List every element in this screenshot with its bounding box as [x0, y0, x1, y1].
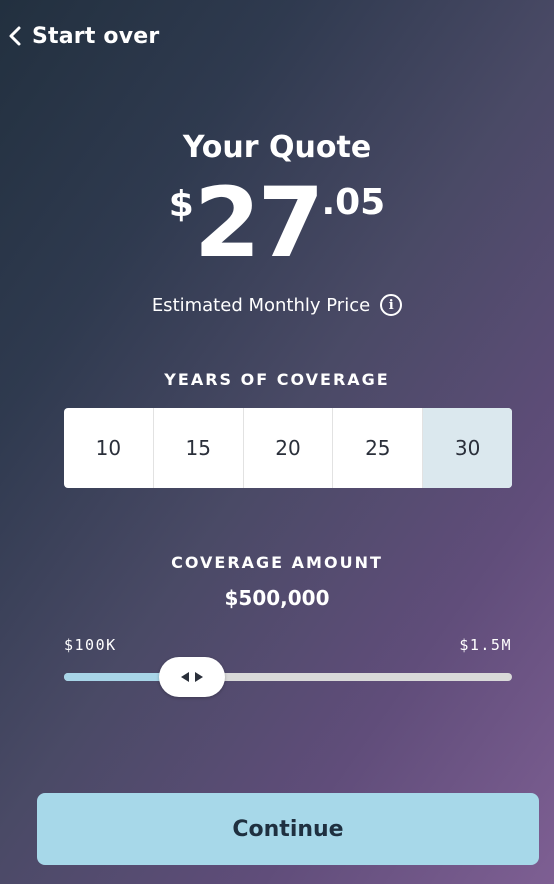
start-over-label: Start over [32, 23, 160, 49]
coverage-amount-value: $500,000 [224, 586, 330, 610]
estimated-price-label: Estimated Monthly Price [151, 294, 371, 316]
years-option-15[interactable]: 15 [154, 408, 244, 488]
continue-button[interactable]: Continue [37, 793, 539, 865]
quote-price: $ 27 .05 [0, 168, 554, 278]
start-over-link[interactable]: Start over [8, 20, 159, 52]
arrow-right-icon [194, 672, 203, 682]
years-of-coverage-label: YEARS OF COVERAGE [164, 370, 390, 389]
years-option-25[interactable]: 25 [333, 408, 424, 488]
coverage-max-label: $1.5M [459, 636, 512, 654]
years-option-30[interactable]: 30 [423, 408, 512, 488]
coverage-min-label: $100K [64, 636, 117, 654]
info-icon[interactable]: i [380, 294, 403, 316]
years-option-20[interactable]: 20 [244, 408, 334, 488]
years-option-10[interactable]: 10 [64, 408, 154, 488]
price-dollars: 27 [193, 167, 325, 279]
price-cents: .05 [321, 182, 386, 223]
coverage-amount-label: COVERAGE AMOUNT [171, 553, 383, 572]
coverage-slider-thumb[interactable] [158, 657, 225, 697]
coverage-slider-track[interactable] [64, 673, 512, 681]
chevron-left-icon [9, 26, 21, 46]
estimated-price-caption: Estimated Monthly Price i [0, 294, 554, 316]
quote-title: Your Quote [182, 130, 372, 165]
years-selector: 10 15 20 25 30 [64, 408, 512, 488]
price-currency: $ [168, 184, 194, 225]
arrow-left-icon [180, 672, 189, 682]
